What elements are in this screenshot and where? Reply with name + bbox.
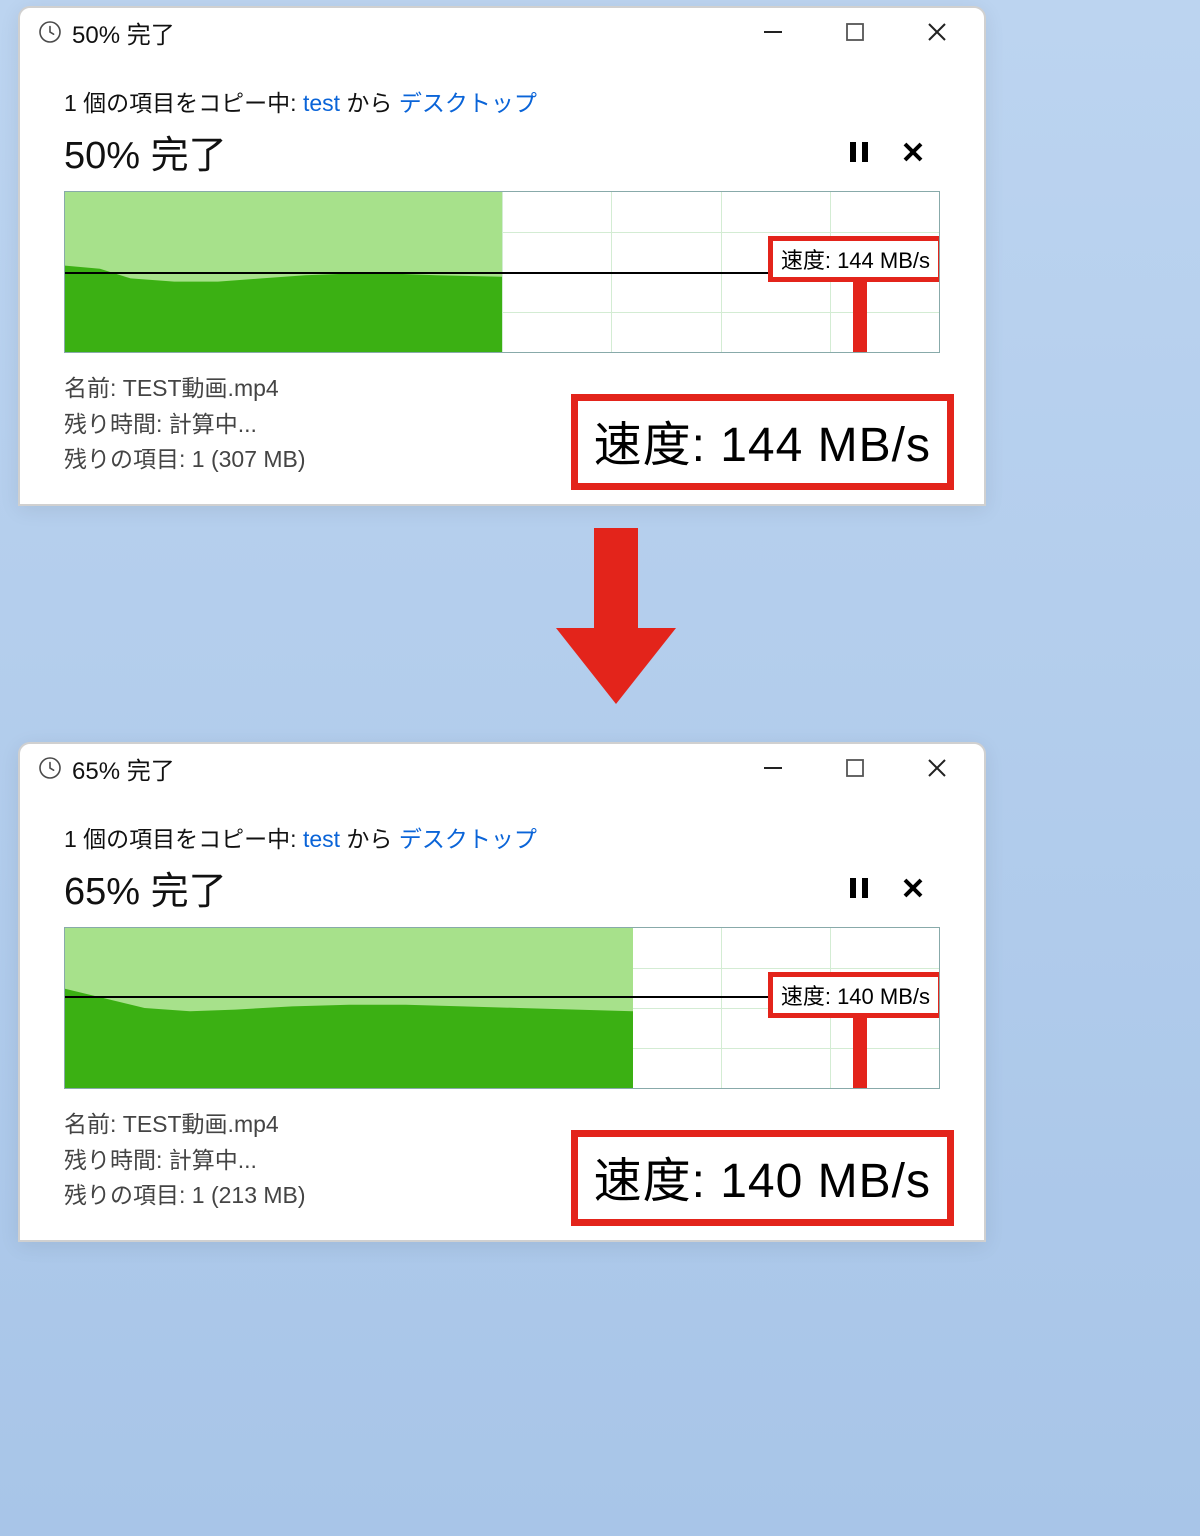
clock-icon [38, 756, 62, 780]
source-link[interactable]: test [303, 90, 340, 116]
destination-link[interactable]: デスクトップ [399, 90, 537, 116]
speed-label: 速度: 140 MB/s [768, 972, 940, 1018]
copy-dialog-50: 50% 完了 1 個の項目をコピー中: test から デスクトップ 50% 完… [18, 6, 986, 506]
items-value: 1 (307 MB) [192, 446, 306, 472]
big-speed-callout: 速度: 144 MB/s [571, 394, 954, 490]
speed-chart: 速度: 144 MB/s [64, 191, 940, 353]
window-title: 65% 完了 [72, 751, 175, 786]
name-value: TEST動画.mp4 [123, 375, 279, 401]
window-title: 50% 完了 [72, 15, 175, 50]
items-value: 1 (213 MB) [192, 1182, 306, 1208]
info-block: 名前: TEST動画.mp4 残り時間: 計算中... 残りの項目: 1 (21… [64, 1107, 306, 1214]
copy-dialog-65: 65% 完了 1 個の項目をコピー中: test から デスクトップ 65% 完… [18, 742, 986, 1242]
copying-prefix: 1 個の項目をコピー中: [64, 90, 303, 116]
titlebar: 50% 完了 [20, 8, 984, 56]
speed-label: 速度: 144 MB/s [768, 236, 940, 282]
name-label: 名前: [64, 375, 116, 401]
destination-link[interactable]: デスクトップ [399, 826, 537, 852]
titlebar: 65% 完了 [20, 744, 984, 792]
remain-label: 残り時間: [64, 411, 162, 437]
maximize-button[interactable] [814, 748, 896, 788]
down-arrow-icon [556, 528, 676, 713]
name-label: 名前: [64, 1111, 116, 1137]
close-window-button[interactable] [896, 748, 978, 788]
separator: から [340, 826, 399, 852]
percent-complete: 65% 完了 [64, 860, 227, 915]
minimize-button[interactable] [732, 748, 814, 788]
copying-line: 1 個の項目をコピー中: test から デスクトップ [64, 84, 940, 118]
pause-button[interactable] [832, 868, 886, 908]
percent-complete: 50% 完了 [64, 124, 227, 179]
clock-icon [38, 20, 62, 44]
items-label: 残りの項目: [64, 1182, 185, 1208]
cancel-button[interactable] [886, 868, 940, 908]
items-label: 残りの項目: [64, 446, 185, 472]
copying-line: 1 個の項目をコピー中: test から デスクトップ [64, 820, 940, 854]
speed-chart: 速度: 140 MB/s [64, 927, 940, 1089]
separator: から [340, 90, 399, 116]
big-speed-callout: 速度: 140 MB/s [571, 1130, 954, 1226]
info-block: 名前: TEST動画.mp4 残り時間: 計算中... 残りの項目: 1 (30… [64, 371, 306, 478]
remain-label: 残り時間: [64, 1147, 162, 1173]
pause-button[interactable] [832, 132, 886, 172]
remain-value: 計算中... [169, 411, 257, 437]
copying-prefix: 1 個の項目をコピー中: [64, 826, 303, 852]
source-link[interactable]: test [303, 826, 340, 852]
close-window-button[interactable] [896, 12, 978, 52]
cancel-button[interactable] [886, 132, 940, 172]
remain-value: 計算中... [169, 1147, 257, 1173]
minimize-button[interactable] [732, 12, 814, 52]
name-value: TEST動画.mp4 [123, 1111, 279, 1137]
maximize-button[interactable] [814, 12, 896, 52]
